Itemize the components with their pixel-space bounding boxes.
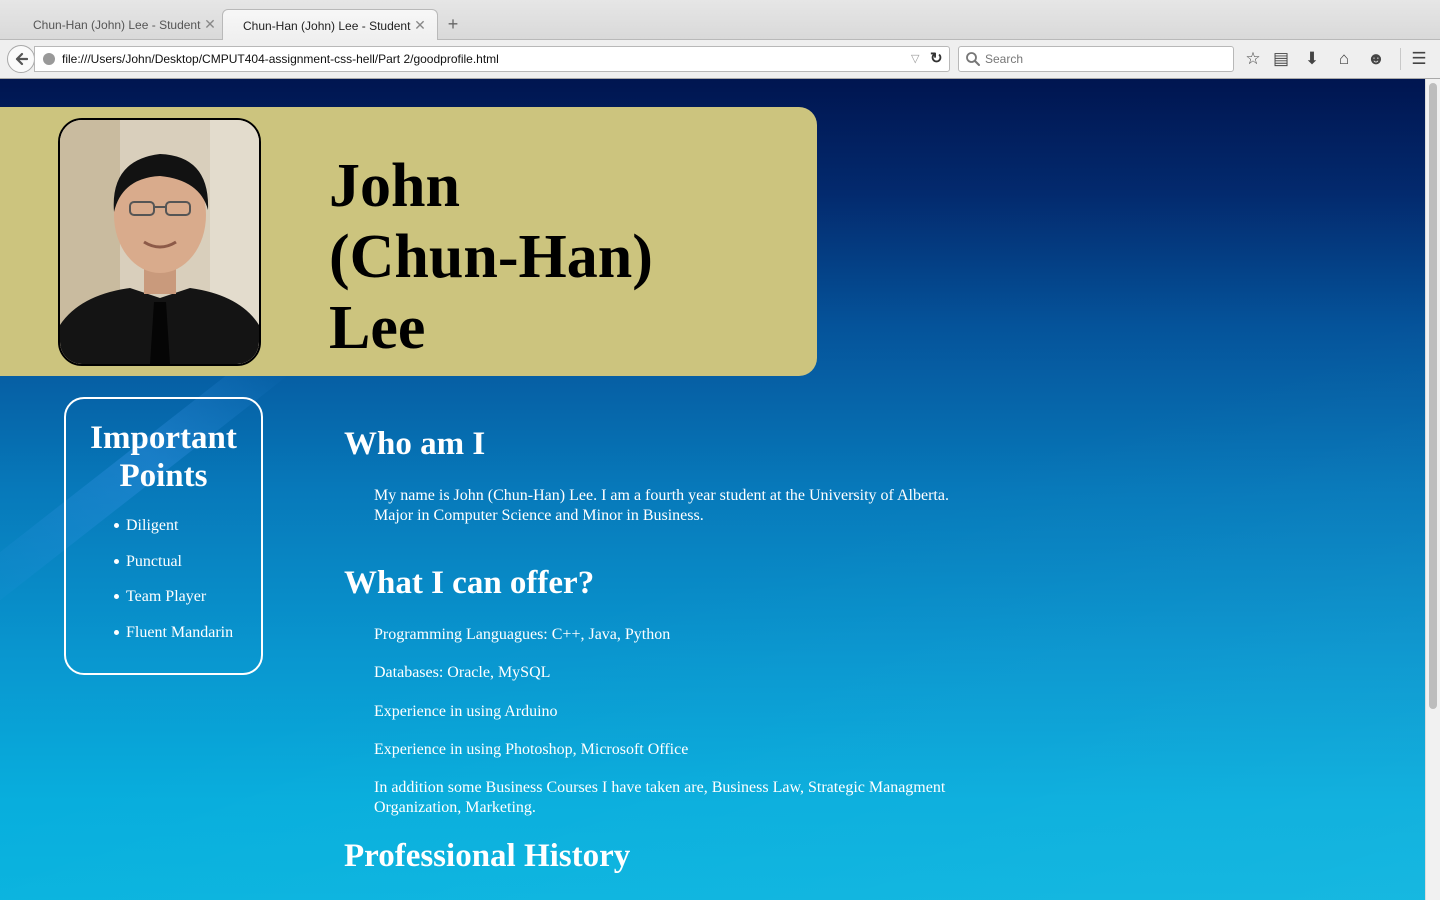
history-dropdown-icon[interactable]: ▽ xyxy=(911,52,919,65)
tab-title: Chun-Han (John) Lee - Student xyxy=(33,18,201,32)
tab-inactive[interactable]: Chun-Han (John) Lee - Student ✕ xyxy=(0,9,222,39)
download-icon[interactable]: ⬇ xyxy=(1302,49,1322,69)
section-heading-offer: What I can offer? xyxy=(344,565,595,601)
tab-bar: Chun-Han (John) Lee - Student ✕ Chun-Han… xyxy=(0,0,1440,40)
search-input[interactable]: Search xyxy=(985,52,1023,66)
page-viewport: John (Chun-Han) Lee Important Points Dil… xyxy=(0,79,1425,900)
star-icon[interactable]: ☆ xyxy=(1243,49,1263,69)
page-title: John (Chun-Han) Lee xyxy=(329,151,749,364)
section-heading-who: Who am I xyxy=(344,426,486,462)
list-item: Diligent xyxy=(66,516,233,552)
section-heading-history: Professional History xyxy=(344,838,631,874)
profile-photo xyxy=(58,118,261,366)
list-item: Fluent Mandarin xyxy=(66,623,233,659)
url-bar[interactable]: file:///Users/John/Desktop/CMPUT404-assi… xyxy=(34,46,950,72)
back-arrow-icon xyxy=(15,52,28,66)
important-points-title: Important Points xyxy=(90,420,237,494)
profile-header: John (Chun-Han) Lee xyxy=(0,107,817,376)
tab-close-icon[interactable]: ✕ xyxy=(203,16,217,33)
tab-title: Chun-Han (John) Lee - Student xyxy=(243,19,411,33)
reading-list-icon[interactable]: ▤ xyxy=(1271,49,1291,69)
offer-item: Databases: Oracle, MySQL xyxy=(374,664,551,681)
tab-close-icon[interactable]: ✕ xyxy=(413,17,427,34)
person-portrait xyxy=(60,120,259,364)
name-line-last: Lee xyxy=(329,294,426,362)
globe-icon xyxy=(43,53,55,65)
search-bar[interactable]: Search xyxy=(958,46,1234,72)
offer-item: In addition some Business Courses I have… xyxy=(374,779,946,816)
menu-icon[interactable]: ☰ xyxy=(1409,49,1429,69)
offer-item: Programming Languagues: C++, Java, Pytho… xyxy=(374,626,671,643)
important-points-box: Important Points Diligent Punctual Team … xyxy=(64,397,263,675)
chat-icon[interactable]: ☻ xyxy=(1366,49,1386,69)
vertical-scrollbar[interactable] xyxy=(1425,79,1440,900)
who-paragraph: My name is John (Chun-Han) Lee. I am a f… xyxy=(374,487,949,524)
offer-item: Experience in using Photoshop, Microsoft… xyxy=(374,741,689,758)
list-item: Punctual xyxy=(66,552,233,588)
offer-item: Experience in using Arduino xyxy=(374,703,558,720)
navigation-bar: file:///Users/John/Desktop/CMPUT404-assi… xyxy=(0,40,1440,79)
home-icon[interactable]: ⌂ xyxy=(1334,49,1354,69)
new-tab-icon[interactable]: + xyxy=(444,14,462,35)
toolbar-separator xyxy=(1400,48,1401,70)
reload-icon[interactable]: ↻ xyxy=(930,49,943,67)
list-item: Team Player xyxy=(66,587,233,623)
back-button[interactable] xyxy=(7,45,35,73)
search-icon xyxy=(966,52,980,66)
name-line-middle: (Chun-Han) xyxy=(329,223,653,291)
important-points-list: Diligent Punctual Team Player Fluent Man… xyxy=(66,516,233,658)
tab-active[interactable]: Chun-Han (John) Lee - Student ✕ xyxy=(222,9,438,40)
name-line-first: John xyxy=(329,152,460,220)
scrollbar-thumb[interactable] xyxy=(1429,83,1437,709)
url-text[interactable]: file:///Users/John/Desktop/CMPUT404-assi… xyxy=(62,52,499,66)
